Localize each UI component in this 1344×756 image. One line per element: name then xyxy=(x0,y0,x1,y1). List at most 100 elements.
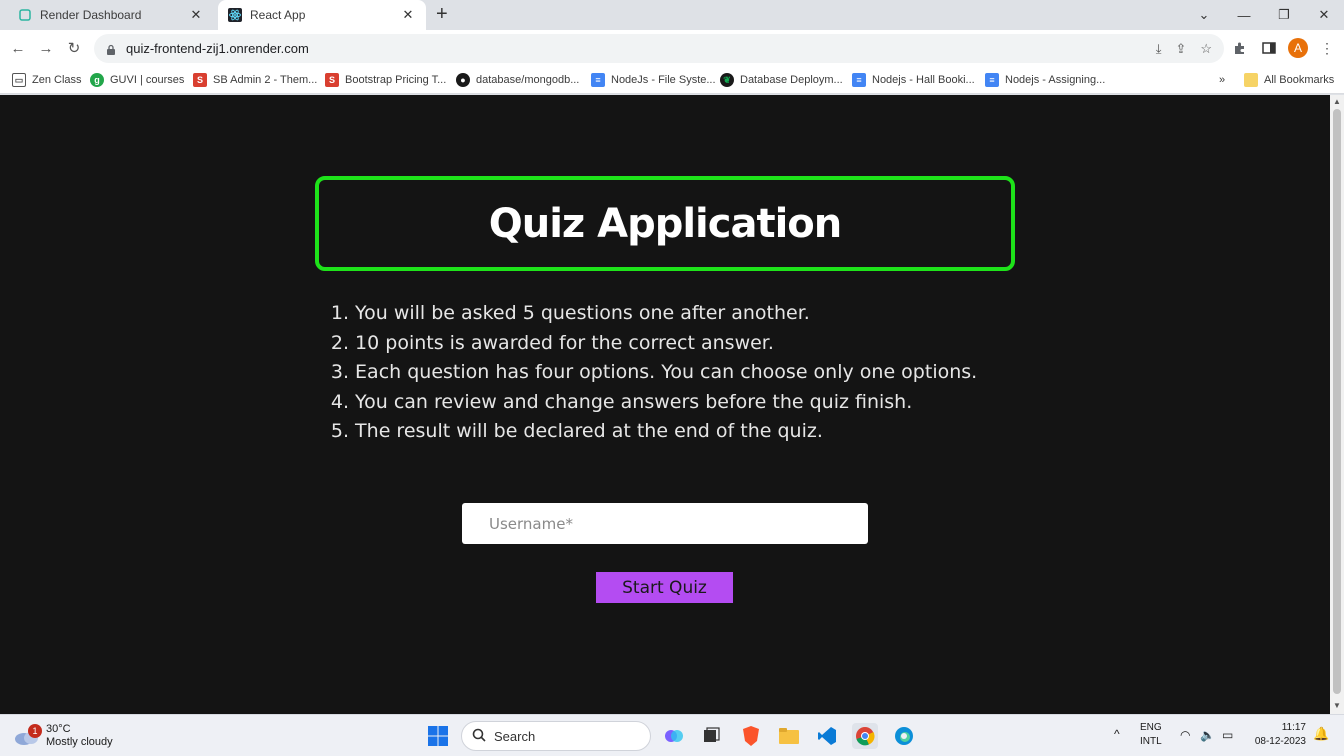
bookmark-guvi[interactable]: g GUVI | courses xyxy=(90,71,184,89)
chrome-icon[interactable] xyxy=(852,723,878,749)
volume-icon[interactable]: 🔈 xyxy=(1200,728,1215,742)
rule-number: 3. xyxy=(330,361,349,383)
address-text: quiz-frontend-zij1.onrender.com xyxy=(126,41,309,56)
bookmark-label: Bootstrap Pricing T... xyxy=(345,74,447,86)
guvi-icon: g xyxy=(90,73,104,87)
all-bookmarks[interactable]: All Bookmarks xyxy=(1244,71,1334,89)
bookmark-label: Database Deploym... xyxy=(740,74,843,86)
start-quiz-button[interactable]: Start Quiz xyxy=(596,572,733,603)
browser-toolbar: ← → ↻ quiz-frontend-zij1.onrender.com ⤓ … xyxy=(0,30,1344,66)
list-item: 1. You will be asked 5 questions one aft… xyxy=(327,299,1027,329)
bookmarks-overflow-button[interactable]: » xyxy=(1219,71,1225,89)
rule-text: Each question has four options. You can … xyxy=(355,361,978,383)
quiz-page: Quiz Application 1. You will be asked 5 … xyxy=(0,95,1330,714)
docs-icon: ≡ xyxy=(852,73,866,87)
close-icon[interactable]: ✕ xyxy=(188,7,204,23)
scroll-up-icon[interactable]: ▲ xyxy=(1333,97,1341,106)
windows-start-icon[interactable] xyxy=(425,723,451,749)
render-favicon-icon xyxy=(18,8,32,22)
bookmark-label: database/mongodb... xyxy=(476,74,580,86)
lang-top: ENG xyxy=(1140,722,1162,733)
chevron-up-icon[interactable]: ^ xyxy=(1114,727,1120,741)
tab-react-app[interactable]: React App ✕ xyxy=(218,0,426,30)
scroll-thumb[interactable] xyxy=(1333,109,1341,694)
restore-icon[interactable]: ❐ xyxy=(1264,0,1304,30)
bookmark-sb-admin[interactable]: S SB Admin 2 - Them... xyxy=(193,71,317,89)
share-icon[interactable]: ⇪ xyxy=(1175,41,1186,57)
rule-text: You will be asked 5 questions one after … xyxy=(355,302,810,324)
avatar[interactable]: A xyxy=(1288,38,1308,58)
edge-icon[interactable] xyxy=(891,723,917,749)
date: 08-12-2023 xyxy=(1254,736,1306,747)
weather-widget[interactable]: 1 30°C Mostly cloudy xyxy=(14,719,113,753)
taskbar-search[interactable]: Search xyxy=(461,721,651,751)
list-item: 4. You can review and change answers bef… xyxy=(327,388,1027,418)
time: 11:17 xyxy=(1281,722,1306,733)
tab-render-dashboard[interactable]: Render Dashboard ✕ xyxy=(8,0,214,30)
taskbar: 1 30°C Mostly cloudy Search ^ ENG INTL ◠… xyxy=(0,714,1344,756)
rule-number: 4. xyxy=(330,390,349,413)
wifi-icon[interactable]: ◠ xyxy=(1180,728,1190,742)
back-icon[interactable]: ← xyxy=(8,38,28,58)
notification-bell-icon[interactable]: 🔔 xyxy=(1313,727,1329,741)
language-indicator[interactable]: ENG INTL xyxy=(1140,721,1162,749)
title-box: Quiz Application xyxy=(315,176,1015,271)
search-label: Search xyxy=(494,728,536,744)
bookmark-zen-class[interactable]: ▭ Zen Class xyxy=(12,71,82,89)
bookmark-label: Zen Class xyxy=(32,74,82,86)
rule-text: The result will be declared at the end o… xyxy=(355,420,823,442)
copilot-icon[interactable] xyxy=(661,723,687,749)
rule-number: 2. xyxy=(330,331,349,354)
search-icon xyxy=(472,728,486,745)
list-item: 3. Each question has four options. You c… xyxy=(327,358,1027,388)
extensions-icon[interactable] xyxy=(1233,38,1247,58)
bookmark-bootstrap[interactable]: S Bootstrap Pricing T... xyxy=(325,71,446,89)
tab-strip: Render Dashboard ✕ React App ✕ + ⌄ — ❐ ✕ xyxy=(0,0,1344,30)
weather-temp: 30°C xyxy=(46,723,71,735)
tab-title: React App xyxy=(250,8,306,22)
menu-kebab-icon[interactable]: ⋮ xyxy=(1320,38,1334,58)
bootstrap-icon: S xyxy=(325,73,339,87)
bookmark-label: Nodejs - Assigning... xyxy=(1005,74,1106,86)
folder-icon xyxy=(1244,73,1258,87)
lock-icon xyxy=(106,43,118,55)
all-bookmarks-label: All Bookmarks xyxy=(1264,74,1335,86)
brave-browser-icon[interactable] xyxy=(738,723,764,749)
bookmark-nodejs-hall[interactable]: ≡ Nodejs - Hall Booki... xyxy=(852,71,975,89)
tab-search-chevron-icon[interactable]: ⌄ xyxy=(1184,0,1224,30)
bookmark-label: GUVI | courses xyxy=(110,74,185,86)
zen-class-icon: ▭ xyxy=(12,73,26,87)
new-tab-icon[interactable]: + xyxy=(436,4,448,24)
page-scrollbar[interactable]: ▲ ▼ xyxy=(1330,95,1344,714)
minimize-icon[interactable]: — xyxy=(1224,0,1264,30)
bookmark-database-deploy[interactable]: ❦ Database Deploym... xyxy=(720,71,843,89)
file-explorer-icon[interactable] xyxy=(776,723,802,749)
reload-icon[interactable]: ↻ xyxy=(64,38,84,58)
battery-icon[interactable]: ▭ xyxy=(1222,728,1233,742)
side-panel-icon[interactable] xyxy=(1262,38,1276,58)
clock[interactable]: 11:17 08-12-2023 xyxy=(1248,721,1306,749)
address-bar[interactable]: quiz-frontend-zij1.onrender.com ⤓ ⇪ ☆ xyxy=(94,34,1224,63)
close-icon[interactable]: ✕ xyxy=(400,7,416,23)
notification-badge: 1 xyxy=(28,724,42,738)
username-input[interactable] xyxy=(462,503,868,544)
bookmark-mongodb-repo[interactable]: ● database/mongodb... xyxy=(456,71,579,89)
rule-number: 1. xyxy=(330,302,349,324)
bookmark-label: Nodejs - Hall Booki... xyxy=(872,74,975,86)
bookmark-label: NodeJs - File Syste... xyxy=(611,74,716,86)
task-view-icon[interactable] xyxy=(698,723,724,749)
vscode-icon[interactable] xyxy=(814,723,840,749)
profile-avatar[interactable]: A xyxy=(1288,38,1308,58)
window-close-icon[interactable]: ✕ xyxy=(1304,0,1344,30)
bookmark-nodejs-assigning[interactable]: ≡ Nodejs - Assigning... xyxy=(985,71,1105,89)
rules-list: 1. You will be asked 5 questions one aft… xyxy=(327,299,1027,447)
bookmark-star-icon[interactable]: ☆ xyxy=(1200,41,1212,57)
list-item: 2. 10 points is awarded for the correct … xyxy=(327,329,1027,359)
scroll-down-icon[interactable]: ▼ xyxy=(1333,701,1341,710)
docs-icon: ≡ xyxy=(591,73,605,87)
rule-text: 10 points is awarded for the correct ans… xyxy=(355,331,774,354)
install-app-icon[interactable]: ⤓ xyxy=(1156,41,1162,57)
bookmark-nodejs-file[interactable]: ≡ NodeJs - File Syste... xyxy=(591,71,716,89)
forward-icon[interactable]: → xyxy=(36,38,56,58)
bookmark-label: SB Admin 2 - Them... xyxy=(213,74,318,86)
